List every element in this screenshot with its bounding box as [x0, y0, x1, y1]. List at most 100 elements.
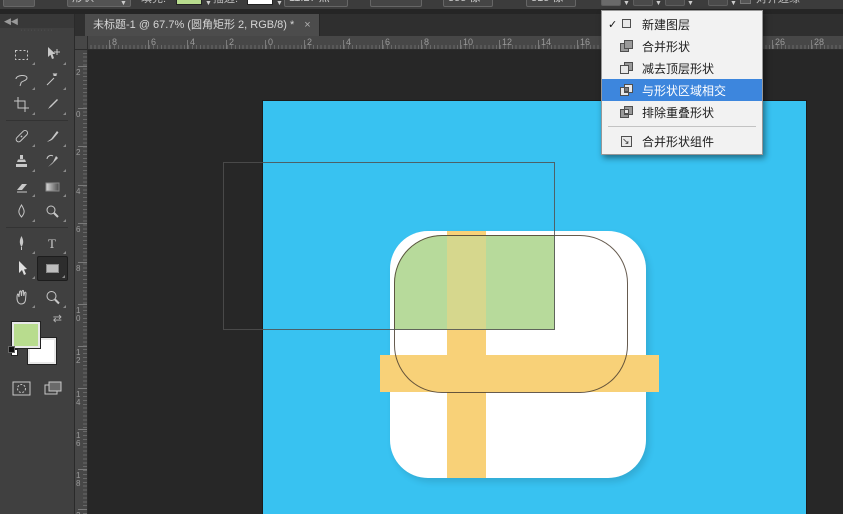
ruler-number: 8 [112, 37, 117, 47]
ruler-number: 14 [541, 37, 551, 47]
rectangular-marquee-tool[interactable] [6, 42, 37, 67]
shape-height-value: 315 像素 [531, 0, 563, 7]
crop-tool[interactable] [6, 92, 37, 117]
chevron-down-icon: ▼ [276, 0, 283, 7]
ruler-number: 14 [76, 391, 83, 407]
menu-item-label: 与形状区域相交 [642, 82, 726, 99]
stroke-type-select[interactable] [370, 0, 422, 7]
link-dimensions-icon[interactable]: ⧉ [499, 0, 507, 8]
align-edges-label: 对齐边缘 [756, 0, 800, 8]
checkmark-icon: ✓ [608, 18, 620, 31]
ruler-major-tick [78, 223, 87, 224]
merge-shape-components-icon: ↘ [620, 135, 635, 148]
shape-height-field[interactable]: 315 像素 [526, 0, 576, 7]
rectangle-shape-tool[interactable] [37, 256, 68, 281]
hand-tool[interactable] [6, 285, 37, 310]
divider [6, 120, 68, 121]
ruler-number: 8 [424, 37, 429, 47]
menu-item-label: 新建图层 [642, 16, 690, 33]
options-bar: 形状 ▼ 填充: ▼ 描边: ▼ 11.27 点 W: 355 像素 ⧉ H: … [0, 0, 843, 9]
healing-brush-tool[interactable] [6, 124, 37, 149]
ruler-number: 8 [76, 265, 83, 273]
path-operations-button[interactable] [601, 0, 621, 6]
path-operations-menu: ✓ 新建图层 合并形状 减去顶层形状 与形状区域相交 排除重叠形状 ↘ 合并形状… [601, 10, 763, 155]
ruler-major-tick [78, 429, 87, 430]
stroke-swatch[interactable] [247, 0, 273, 5]
ruler-number: 6 [76, 226, 83, 234]
ruler-major-tick [78, 108, 87, 109]
collapse-panel-icon[interactable]: ◀◀ [0, 14, 74, 28]
ruler-number: 4 [76, 188, 83, 196]
ruler-major-tick [382, 40, 383, 49]
stroke-width-value: 11.27 点 [289, 0, 330, 4]
eyedropper-tool[interactable] [37, 92, 68, 117]
divider [6, 227, 68, 228]
eraser-tool[interactable] [6, 174, 37, 199]
brush-tool[interactable] [37, 124, 68, 149]
foreground-color-swatch[interactable] [12, 322, 40, 348]
menu-item-intersect-shape-areas[interactable]: 与形状区域相交 [602, 79, 762, 101]
tool-preset-picker[interactable] [3, 0, 35, 7]
tool-mode-value: 形状 [72, 0, 94, 4]
ruler-number: 18 [76, 472, 83, 488]
dodge-tool[interactable] [37, 199, 68, 224]
ruler-number: 2 [229, 37, 234, 47]
default-colors-icon[interactable] [8, 346, 19, 356]
document-tab[interactable]: 未标题-1 @ 67.7% (圆角矩形 2, RGB/8) *× [85, 14, 320, 36]
combine-shapes-icon [620, 40, 635, 53]
ruler-major-tick [226, 40, 227, 49]
gradient-tool[interactable] [37, 174, 68, 199]
zoom-tool[interactable] [37, 285, 68, 310]
screen-mode-button[interactable] [37, 376, 68, 401]
ruler-corner [75, 36, 88, 50]
shape-width-field[interactable]: 355 像素 [443, 0, 493, 7]
ruler-major-tick [421, 40, 422, 49]
ruler-major-tick [772, 40, 773, 49]
path-selection-tool[interactable] [6, 256, 37, 281]
clone-stamp-tool[interactable] [6, 149, 37, 174]
ruler-major-tick [265, 40, 266, 49]
fill-swatch[interactable] [176, 0, 202, 5]
type-tool[interactable]: T [37, 231, 68, 256]
path-alignment-button[interactable] [633, 0, 653, 6]
shape-width-value: 355 像素 [448, 0, 480, 7]
path-arrangement-button[interactable] [665, 0, 685, 6]
menu-item-exclude-overlapping-shapes[interactable]: 排除重叠形状 [602, 101, 762, 123]
magic-wand-tool[interactable] [37, 67, 68, 92]
ruler-major-tick [109, 40, 110, 49]
menu-item-subtract-front-shape[interactable]: 减去顶层形状 [602, 57, 762, 79]
exclude-overlapping-shapes-icon [620, 106, 635, 119]
close-tab-icon[interactable]: × [304, 19, 310, 31]
blur-tool[interactable] [6, 199, 37, 224]
ruler-number: 2 [307, 37, 312, 47]
lasso-tool[interactable] [6, 67, 37, 92]
toolbox-panel: ◀◀ ·········· [0, 14, 75, 514]
subtract-front-shape-icon [620, 62, 635, 75]
swap-colors-icon[interactable]: ⇄ [53, 312, 62, 325]
ruler-major-tick [78, 346, 87, 347]
chevron-down-icon: ▼ [687, 0, 694, 7]
ruler-number: 10 [463, 37, 473, 47]
quick-mask-button[interactable] [6, 376, 37, 401]
ruler-number: 10 [76, 307, 83, 323]
ruler-major-tick [78, 146, 87, 147]
ruler-number: 2 [76, 149, 83, 157]
fill-label: 填充: [141, 0, 166, 8]
gear-icon[interactable] [708, 0, 728, 6]
stroke-label: 描边: [213, 0, 238, 8]
ruler-major-tick [811, 40, 812, 49]
ruler-number: 2 [76, 69, 83, 77]
align-edges-checkbox[interactable] [740, 0, 751, 4]
pen-tool[interactable] [6, 231, 37, 256]
menu-item-new-layer[interactable]: ✓ 新建图层 [602, 13, 762, 35]
move-tool[interactable] [37, 42, 68, 67]
menu-item-merge-shape-components[interactable]: ↘ 合并形状组件 [602, 130, 762, 152]
new-layer-icon [620, 18, 635, 31]
panel-grip[interactable]: ·········· [0, 28, 74, 36]
ruler-major-tick [78, 469, 87, 470]
stroke-width-field[interactable]: 11.27 点 [284, 0, 348, 7]
svg-text:T: T [48, 236, 56, 251]
menu-item-combine-shapes[interactable]: 合并形状 [602, 35, 762, 57]
ruler-number: 0 [76, 111, 83, 119]
history-brush-tool[interactable] [37, 149, 68, 174]
